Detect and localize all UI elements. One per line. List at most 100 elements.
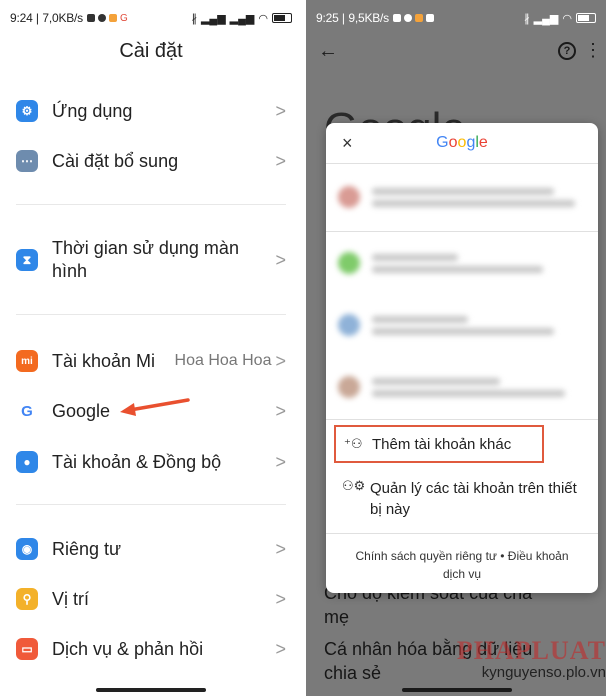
bluetooth-icon: ∦ (191, 12, 197, 25)
chevron-right-icon: > (275, 350, 286, 371)
terms-link[interactable]: dịch vụ (340, 565, 584, 583)
divider (326, 231, 598, 232)
settings-item-label: Dịch vụ & phản hồi (52, 638, 204, 659)
wifi-icon: ◠ (562, 12, 572, 25)
settings-item-label: Ứng dụng (52, 100, 133, 121)
status-time: 9:24 (10, 11, 33, 25)
watermark-site: kynguyenso.plo.vn (481, 664, 606, 681)
more-settings-icon: ⋯ (16, 150, 38, 172)
system-icons: ∦ ▂▄▆ ▂▄▆ ◠ (191, 12, 292, 25)
chevron-right-icon: > (275, 400, 286, 421)
app-notification-icon (403, 14, 412, 22)
add-person-icon: ⁺⚇ (344, 436, 363, 451)
signal-icon: ▂▄▆ (533, 12, 559, 25)
add-another-account-button[interactable]: ⁺⚇ Thêm tài khoản khác (334, 425, 544, 463)
chevron-right-icon: > (275, 538, 286, 559)
more-vert-icon[interactable]: ⋮ (584, 40, 602, 61)
gesture-bar[interactable] (402, 688, 512, 692)
back-arrow-icon[interactable]: ← (318, 40, 338, 63)
account-row[interactable] (338, 359, 586, 415)
avatar (338, 376, 360, 398)
settings-item-label: Cài đặt bổ sung (52, 150, 179, 171)
page-title: Cài đặt (119, 40, 183, 62)
settings-item-label: Vị trí (52, 588, 90, 609)
battery-icon (272, 13, 292, 23)
network-speed: 9,5KB/s (348, 11, 389, 25)
wifi-icon: ◠ (258, 12, 268, 25)
location-icon: ⚲ (16, 588, 38, 610)
google-notification-icon: G (119, 12, 128, 24)
add-account-label: Thêm tài khoản khác (372, 435, 512, 453)
mi-logo-icon: mi (16, 350, 38, 372)
manage-accounts-label: Quản lý các tài khoản trên thiết bị này (370, 480, 577, 518)
divider (16, 204, 286, 205)
app-bar: ← ? ⋮ (318, 38, 606, 68)
signal-icon: ▂▄▆ (200, 12, 226, 25)
chevron-right-icon: > (275, 100, 286, 121)
apps-icon: ⚙ (16, 100, 38, 122)
avatar (338, 186, 360, 208)
account-row[interactable] (338, 169, 586, 225)
red-arrow-annotation (120, 398, 190, 416)
chevron-right-icon: > (275, 249, 286, 270)
signal-icon: ▂▄▆ (229, 12, 255, 25)
chevron-right-icon: > (275, 150, 286, 171)
divider (326, 419, 598, 420)
google-g-icon: G (16, 400, 38, 422)
app-notification-icon (392, 14, 401, 22)
background-text: mẹ (324, 607, 350, 627)
google-accounts-screen: 9:25 | 9,5KB/s ∦ ▂▄▆ ◠ ← ? ⋮ Google Cho … (306, 0, 606, 696)
bluetooth-icon: ∦ (524, 12, 530, 25)
chevron-right-icon: > (275, 451, 286, 472)
settings-item-privacy[interactable]: ◉ Riêng tư > (0, 536, 302, 562)
app-notification-icon (108, 14, 117, 22)
manage-accounts-icon: ⚇⚙ (342, 478, 366, 493)
dialog-footer: Chính sách quyền riêng tư • Điều khoản d… (326, 547, 598, 583)
settings-item-mi-account[interactable]: mi Tài khoản Mi Hoa Hoa Hoa > (0, 348, 302, 374)
settings-item-label: Tài khoản Mi (52, 350, 156, 371)
account-picker-dialog: × Google ⁺⚇ Thêm tài khoản khác ⚇⚙ Quản … (326, 123, 598, 593)
gesture-bar[interactable] (96, 688, 206, 692)
battery-icon (576, 13, 596, 23)
manage-accounts-button[interactable]: ⚇⚙ Quản lý các tài khoản trên thiết bị n… (342, 478, 582, 520)
status-bar: 9:25 | 9,5KB/s ∦ ▂▄▆ ◠ (306, 0, 606, 36)
settings-item-label: Google (52, 400, 111, 421)
account-row[interactable] (338, 235, 586, 291)
divider (16, 504, 286, 505)
settings-item-location[interactable]: ⚲ Vị trí > (0, 586, 302, 612)
status-time: 9:25 (316, 11, 339, 25)
avatar (338, 314, 360, 336)
app-notification-icon (86, 14, 95, 22)
settings-item-screen-time[interactable]: ⧗ Thời gian sử dụng màn hình > (0, 236, 302, 284)
settings-item-accounts-sync[interactable]: ● Tài khoản & Đồng bộ > (0, 449, 302, 475)
network-speed: 7,0KB/s (42, 11, 83, 25)
privacy-terms-link[interactable]: Chính sách quyền riêng tư • Điều khoản (340, 547, 584, 565)
app-notification-icon (414, 14, 423, 22)
chevron-right-icon: > (275, 638, 286, 659)
eye-icon: ◉ (16, 538, 38, 560)
help-icon[interactable]: ? (558, 42, 576, 60)
settings-item-label: Riêng tư (52, 538, 122, 559)
dialog-title-google-logo: Google (436, 134, 488, 151)
chevron-right-icon: > (275, 588, 286, 609)
account-icon: ● (16, 451, 38, 473)
settings-item-additional[interactable]: ⋯ Cài đặt bổ sung > (0, 148, 302, 174)
avatar (338, 252, 360, 274)
divider (326, 163, 598, 164)
settings-item-label: Thời gian sử dụng màn hình (52, 238, 239, 281)
notification-icons: G (86, 12, 128, 24)
settings-screen: 9:24 | 7,0KB/s G ∦ ▂▄▆ ▂▄▆ ◠ Cài đặt ⚙ Ứ… (0, 0, 302, 696)
background-text: chia sẻ (324, 663, 382, 683)
mi-account-name: Hoa Hoa Hoa (174, 352, 272, 369)
divider (326, 533, 598, 534)
status-bar: 9:24 | 7,0KB/s G ∦ ▂▄▆ ▂▄▆ ◠ (0, 0, 302, 36)
hourglass-icon: ⧗ (16, 249, 38, 271)
notification-icons (392, 14, 434, 22)
account-row[interactable] (338, 297, 586, 353)
app-notification-icon (97, 14, 106, 22)
google-notification-icon (425, 14, 434, 22)
settings-item-feedback[interactable]: ▭ Dịch vụ & phản hồi > (0, 636, 302, 662)
settings-item-apps[interactable]: ⚙ Ứng dụng > (0, 98, 302, 124)
watermark: PHAPLUAT kynguyenso.plo.vn (457, 638, 606, 682)
settings-item-label: Tài khoản & Đồng bộ (52, 451, 222, 472)
